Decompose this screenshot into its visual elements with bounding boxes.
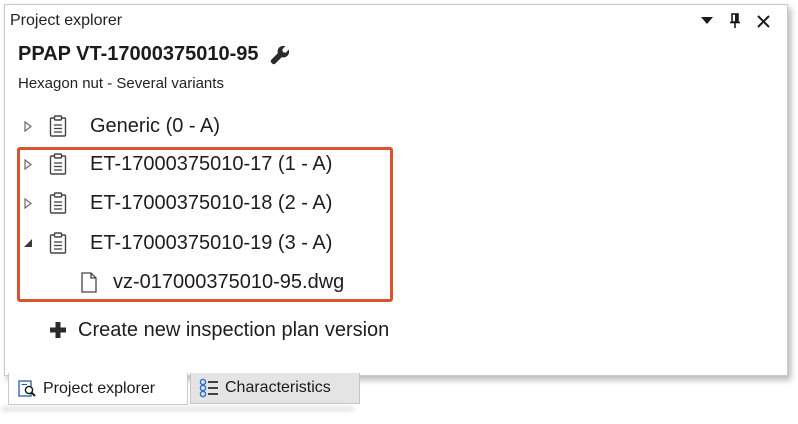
tab-label: Characteristics: [225, 379, 331, 396]
project-explorer-panel: Project explorer PPAP VT-17000375010-95 …: [4, 4, 788, 376]
expand-arrow-icon[interactable]: [22, 120, 34, 132]
project-subtitle: Hexagon nut - Several variants: [18, 75, 224, 92]
clipboard-icon: [49, 191, 69, 215]
panel-title: Project explorer: [10, 12, 123, 29]
close-icon[interactable]: [753, 11, 773, 31]
expand-arrow-icon[interactable]: [22, 158, 34, 170]
panel-titlebar: Project explorer: [5, 5, 787, 37]
project-explorer-icon: [17, 379, 37, 399]
file-icon: [81, 270, 99, 294]
project-title: PPAP VT-17000375010-95: [18, 43, 291, 66]
tree-item-label: ET-17000375010-19 (3 - A): [90, 231, 333, 254]
dropdown-arrow-icon[interactable]: [697, 11, 717, 31]
create-inspection-plan-label: Create new inspection plan version: [78, 318, 390, 341]
clipboard-icon: [49, 231, 69, 255]
tree-item-label: Generic (0 - A): [90, 114, 221, 137]
tab-project-explorer[interactable]: Project explorer: [8, 373, 188, 405]
plus-icon: [47, 319, 69, 341]
tab-shadow: [2, 407, 354, 411]
create-inspection-plan-button[interactable]: Create new inspection plan version: [47, 316, 389, 344]
clipboard-icon: [49, 114, 69, 138]
pin-icon[interactable]: [725, 11, 745, 31]
characteristics-icon: [199, 378, 219, 398]
tab-characteristics[interactable]: Characteristics: [190, 373, 360, 404]
wrench-icon[interactable]: [269, 44, 291, 66]
tree-item-label: ET-17000375010-18 (2 - A): [90, 191, 333, 214]
tree-item-file-label: vz-017000375010-95.dwg: [113, 270, 345, 293]
clipboard-icon: [49, 152, 69, 176]
tree-item-label: ET-17000375010-17 (1 - A): [90, 152, 333, 175]
expand-arrow-icon[interactable]: [22, 197, 34, 209]
collapse-arrow-icon[interactable]: [22, 237, 34, 249]
project-title-text: PPAP VT-17000375010-95: [18, 43, 259, 65]
tab-label: Project explorer: [43, 379, 156, 397]
